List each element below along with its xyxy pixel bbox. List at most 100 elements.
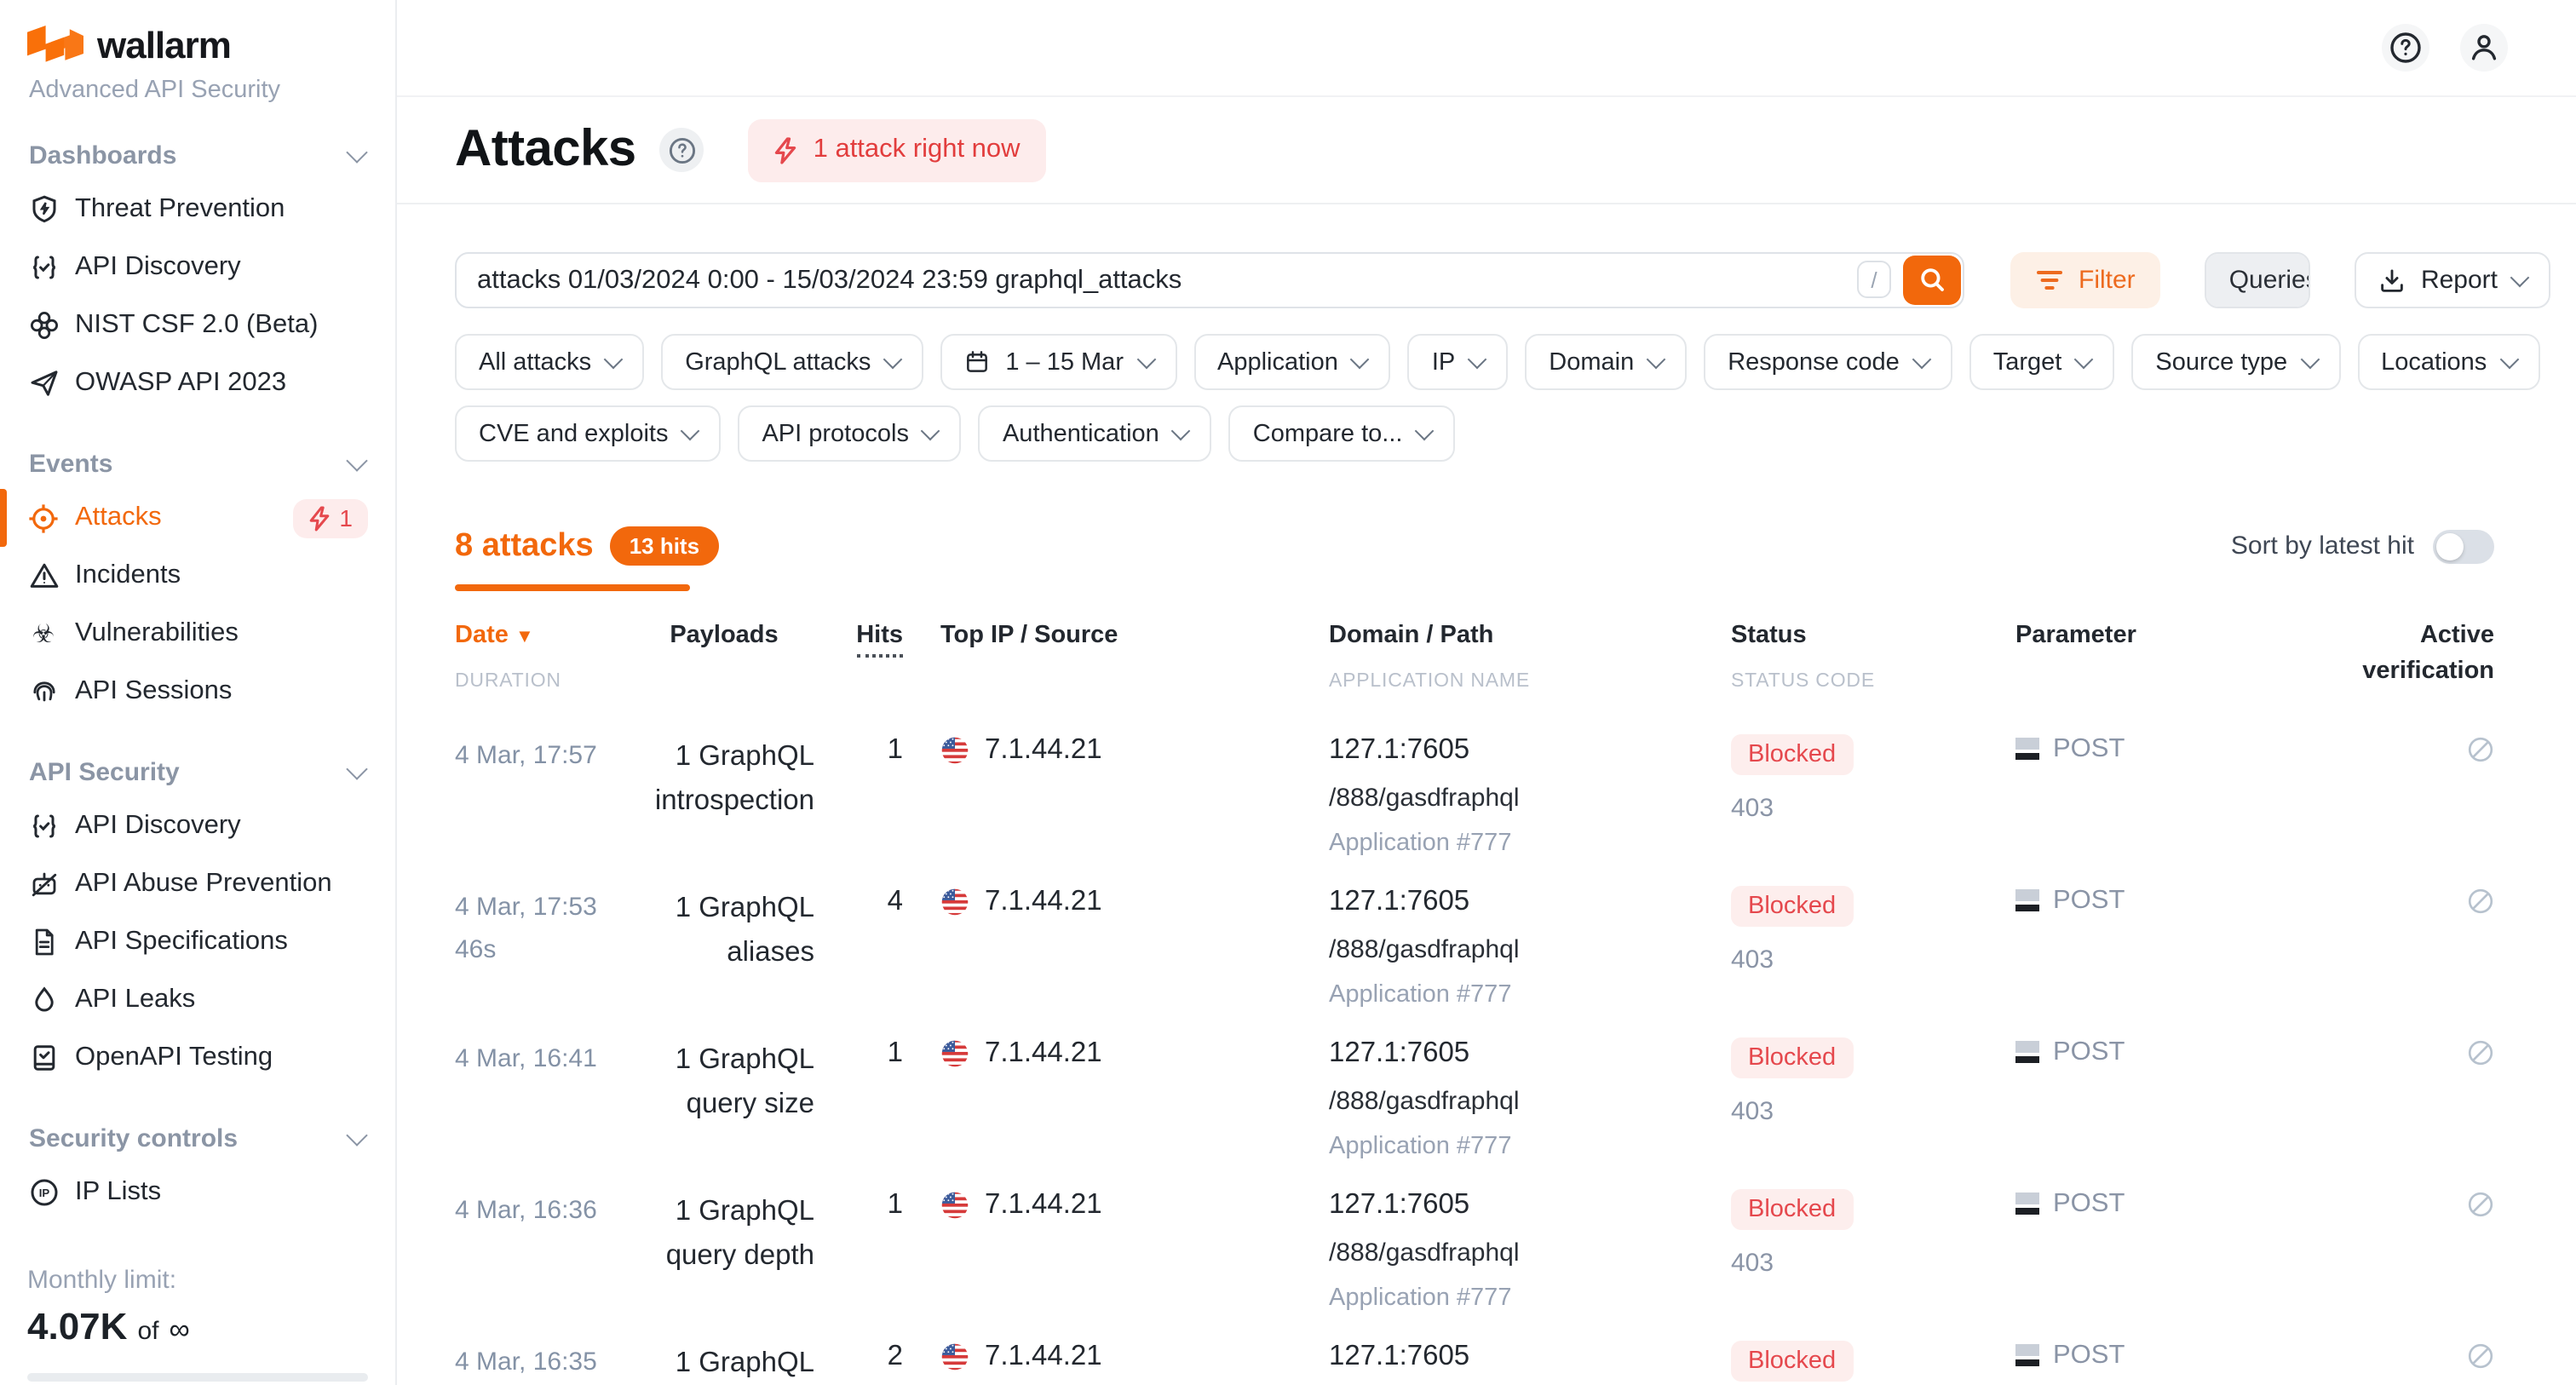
search-input[interactable] — [455, 252, 1964, 308]
us-flag-icon — [940, 735, 969, 764]
report-button[interactable]: Report — [2355, 252, 2550, 308]
column-header-date[interactable]: Date ▼ DURATION — [455, 618, 634, 696]
queries-button[interactable]: Queries — [2207, 254, 2310, 307]
filter-chip-label: Domain — [1549, 348, 1634, 376]
sidebar-item-api-discovery-2[interactable]: API Discovery — [0, 797, 395, 855]
attack-domain: 127.1:7605 — [1329, 1188, 1731, 1221]
attack-application: Application #777 — [1329, 980, 1731, 1008]
filter-chip[interactable]: Source type — [2131, 334, 2340, 390]
filter-chip[interactable]: GraphQL attacks — [661, 334, 923, 390]
sidebar-item-api-abuse-prevention[interactable]: API Abuse Prevention — [0, 855, 395, 913]
report-label: Report — [2421, 266, 2498, 295]
body-parameter-icon — [2015, 1345, 2039, 1366]
sidebar-section-api-security[interactable]: API Security — [0, 746, 395, 797]
filter-chip[interactable]: API protocols — [738, 405, 962, 462]
filter-chip[interactable]: Target — [1969, 334, 2115, 390]
sidebar-section-dashboards[interactable]: Dashboards — [0, 129, 395, 181]
sidebar-item-api-sessions[interactable]: API Sessions — [0, 663, 395, 721]
attack-alert-badge[interactable]: 1 attack right now — [749, 118, 1046, 181]
queries-label: Queries — [2229, 266, 2310, 295]
sidebar-item-label: API Leaks — [75, 985, 195, 1015]
sidebar-item-api-leaks[interactable]: API Leaks — [0, 971, 395, 1029]
cell-status: Blocked 403 — [1731, 733, 2015, 822]
user-button[interactable] — [2460, 24, 2508, 72]
sidebar-item-label: IP Lists — [75, 1177, 161, 1208]
sidebar-item-api-specifications[interactable]: API Specifications — [0, 913, 395, 971]
cell-status: Blocked 403 — [1731, 1340, 2015, 1385]
chevron-down-icon — [681, 422, 700, 441]
filter-chip[interactable]: Locations — [2357, 334, 2539, 390]
cell-parameter: POST — [2015, 885, 2297, 916]
sidebar-item-attacks[interactable]: Attacks 1 — [0, 489, 395, 547]
filter-chip-label: Application — [1217, 348, 1338, 376]
calendar-icon — [964, 349, 990, 375]
topbar — [397, 0, 2576, 97]
filter-chips-row-1: All attacks GraphQL attacks 1 – 15 Mar A… — [455, 334, 2550, 390]
attack-date: 4 Mar, 17:57 — [455, 733, 634, 777]
section-label: Security controls — [29, 1124, 238, 1152]
main-area: Attacks 1 attack right now / — [397, 0, 2576, 1385]
sidebar-section-security-controls[interactable]: Security controls — [0, 1112, 395, 1164]
attack-date: 4 Mar, 16:35 — [455, 1340, 634, 1383]
droplet-icon — [27, 984, 60, 1016]
content: / Filter Queries — [397, 204, 2576, 1385]
filter-chip-label: GraphQL attacks — [685, 348, 871, 376]
body-parameter-icon — [2015, 1042, 2039, 1063]
active-tab-indicator — [455, 584, 690, 591]
filter-chip[interactable]: Response code — [1704, 334, 1952, 390]
table-row[interactable]: 4 Mar, 17:53 46s 1 GraphQL aliases 4 7.1… — [455, 885, 2494, 1037]
filter-chip[interactable]: CVE and exploits — [455, 405, 721, 462]
page-help-button[interactable] — [660, 128, 704, 172]
sidebar-item-ip-lists[interactable]: IP IP Lists — [0, 1164, 395, 1221]
column-header-hits[interactable]: Hits — [814, 618, 903, 696]
lightning-icon — [308, 505, 331, 531]
cell-parameter: POST — [2015, 1188, 2297, 1219]
sidebar-item-incidents[interactable]: Incidents — [0, 547, 395, 605]
filter-chip-label: Locations — [2381, 348, 2487, 376]
help-button[interactable] — [2382, 24, 2429, 72]
attack-duration: 46s — [455, 928, 634, 972]
ip-circle-icon: IP — [27, 1176, 60, 1209]
filter-chip[interactable]: IP — [1408, 334, 1508, 390]
filter-chip[interactable]: 1 – 15 Mar — [940, 334, 1176, 390]
cell-date: 4 Mar, 16:41 — [455, 1037, 634, 1080]
cell-hits: 2 — [814, 1340, 903, 1372]
cell-status: Blocked 403 — [1731, 1188, 2015, 1277]
sidebar-item-vulnerabilities[interactable]: ☣ Vulnerabilities — [0, 605, 395, 663]
sidebar-item-threat-prevention[interactable]: Threat Prevention — [0, 181, 395, 238]
us-flag-icon — [940, 1342, 969, 1371]
status-code: 403 — [1731, 945, 2015, 974]
filter-chip[interactable]: Application — [1193, 334, 1391, 390]
brand[interactable]: wallarm — [0, 24, 395, 68]
filter-chip[interactable]: Compare to... — [1229, 405, 1456, 462]
sidebar-item-api-discovery[interactable]: API Discovery — [0, 238, 395, 296]
sort-toggle[interactable] — [2433, 529, 2494, 563]
attack-domain: 127.1:7605 — [1329, 1037, 1731, 1069]
monthly-limit-label: Monthly limit: — [27, 1266, 368, 1295]
chevron-down-icon — [883, 350, 903, 370]
sort-label: Sort by latest hit — [2231, 532, 2414, 560]
table-row[interactable]: 4 Mar, 16:35 3m 46s 1 GraphQL batching 2… — [455, 1340, 2494, 1385]
chevron-down-icon — [2510, 268, 2530, 288]
table-row[interactable]: 4 Mar, 16:41 1 GraphQL query size 1 7.1.… — [455, 1037, 2494, 1188]
filter-chip[interactable]: Domain — [1525, 334, 1687, 390]
filter-button[interactable]: Filter — [2010, 252, 2161, 308]
section-label: API Security — [29, 757, 180, 786]
table-row[interactable]: 4 Mar, 16:36 1 GraphQL query depth 1 7.1… — [455, 1188, 2494, 1340]
cell-hits: 4 — [814, 885, 903, 917]
table-row[interactable]: 4 Mar, 17:57 1 GraphQL introspection 1 7… — [455, 733, 2494, 885]
attacks-count-tab[interactable]: 8 attacks 13 hits — [455, 526, 718, 566]
search-button[interactable] — [1903, 256, 1961, 305]
not-available-icon — [2467, 887, 2494, 914]
sidebar-item-nist-csf[interactable]: NIST CSF 2.0 (Beta) — [0, 296, 395, 354]
column-subheader-status-code: STATUS CODE — [1731, 668, 2015, 696]
sidebar-item-openapi-testing[interactable]: OpenAPI Testing — [0, 1029, 395, 1087]
parameter-label: POST — [2053, 885, 2125, 916]
column-subheader-duration: DURATION — [455, 668, 634, 696]
cell-domain-path: 127.1:7605 /888/gasdfraphql Application … — [1329, 1340, 1731, 1385]
search-row: / Filter Queries — [455, 252, 2550, 308]
filter-chip[interactable]: Authentication — [979, 405, 1212, 462]
filter-chip[interactable]: All attacks — [455, 334, 644, 390]
sidebar-section-events[interactable]: Events — [0, 438, 395, 489]
sidebar-item-owasp-api[interactable]: OWASP API 2023 — [0, 354, 395, 412]
